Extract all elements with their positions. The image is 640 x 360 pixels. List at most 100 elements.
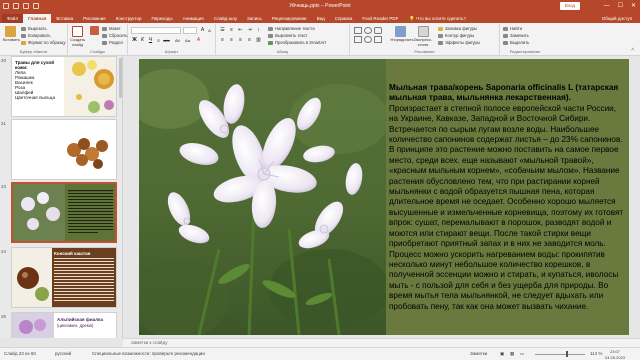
align-right-icon[interactable]: ≡ [237,37,244,44]
line-spacing-icon[interactable]: ↕ [255,27,262,34]
shape-effects-button[interactable]: Эффекты фигуры [438,40,480,46]
notes-pane[interactable]: Заметки к слайду [123,338,640,347]
current-slide[interactable]: Мыльная трава/корень Saponaria officinal… [139,59,629,335]
language-indicator[interactable]: русский [55,351,71,356]
zoom-level[interactable]: 114 % [590,351,602,356]
align-left-icon[interactable]: ≡ [219,37,226,44]
align-text-button[interactable]: Выровнять текст [268,33,308,39]
slide-thumbnail-20[interactable]: Травы для сухой кожи: Липа Ромашка Васил… [11,56,117,117]
slide-text-box[interactable]: Мыльная трава/корень Saponaria officinal… [389,83,625,312]
editing-group: Найти Заменить Выделить Редактирование [500,24,550,55]
slide-thumbnail-25[interactable]: Альпийская фиалка (цикламен, дрема) [11,312,117,338]
align-center-icon[interactable]: ≡ [228,37,235,44]
ribbon-home: Вставить Вырезать Копировать Формат по о… [0,23,640,56]
saponaria-photo[interactable] [139,59,386,335]
smartart-button[interactable]: Преобразовать в SmartArt [268,40,326,46]
section-button[interactable]: Раздел [102,40,123,46]
tab-slideshow[interactable]: Слайд-шоу [209,14,242,23]
shape-rounded-icon[interactable] [374,27,382,34]
reuse-slides-button[interactable] [87,26,101,36]
increase-font-icon[interactable]: A [199,27,206,34]
thumbnail-number: 24 [1,249,7,254]
font-name-input[interactable] [131,27,181,34]
replace-button[interactable]: Заменить [503,33,529,39]
find-button[interactable]: Найти [503,26,522,32]
decrease-indent-icon[interactable]: ⇤ [237,27,244,34]
normal-view-icon[interactable]: ▣ [500,351,504,357]
tab-file[interactable]: Файл [2,14,24,23]
close-button[interactable]: ✕ [631,2,636,10]
strikethrough-icon[interactable]: abc [163,37,170,44]
slide-thumbnail-21[interactable] [11,119,117,180]
tab-record[interactable]: Запись [242,14,267,23]
tab-design[interactable]: Конструктор [111,14,147,23]
paste-button[interactable]: Вставить [3,26,20,43]
sign-in-button[interactable]: Вход [559,2,580,10]
maximize-button[interactable]: ☐ [618,2,623,10]
tab-foxit-pdf[interactable]: Foxit Reader PDF [357,14,403,23]
italic-icon[interactable]: К [139,37,146,44]
slide-sorter-icon[interactable]: ▦ [510,351,514,357]
accessibility-status[interactable]: Специальные возможности: проверьте реком… [92,351,205,356]
layout-button[interactable]: Макет [102,26,121,32]
numbering-icon[interactable]: ≡ [228,27,235,34]
slide-thumbnail-23[interactable] [11,182,117,243]
tab-view[interactable]: Вид [312,14,330,23]
columns-icon[interactable]: ▥ [255,37,262,44]
clipboard-group-label: Буфер обмена [19,49,48,54]
slide-thumbnail-24[interactable]: Конский каштан [11,247,117,308]
zoom-slider-knob[interactable] [566,351,568,357]
thumbnail-number: 23 [1,184,7,189]
reset-button[interactable]: Сбросить [102,33,128,39]
shape-textbox-icon[interactable] [354,36,362,43]
clipboard-icon [5,26,16,37]
quick-styles-button[interactable]: Экспресс-стили [412,26,434,47]
tab-review[interactable]: Рецензирование [267,14,312,23]
minimize-button[interactable]: — [604,2,610,10]
shape-arrow-icon[interactable] [374,36,382,43]
increase-indent-icon[interactable]: ⇥ [246,27,253,34]
tab-home[interactable]: Главная [23,14,52,23]
tab-insert[interactable]: Вставка [51,14,78,23]
slide-editor: Мыльная трава/корень Saponaria officinal… [123,56,640,338]
share-button[interactable]: Общий доступ [602,14,632,23]
thumbnail-text-lines [54,258,114,302]
shape-oval-icon[interactable] [364,27,372,34]
change-case-icon[interactable]: Aa [184,37,191,44]
select-button[interactable]: Выделить [503,40,529,46]
text-direction-button[interactable]: Направление текста [268,26,315,32]
shape-circle-icon[interactable] [364,36,372,43]
new-slide-button[interactable]: Создать слайд [70,26,85,47]
collapse-ribbon-icon[interactable]: ˄ [631,47,634,53]
tab-animations[interactable]: Анимация [178,14,209,23]
format-painter-button[interactable]: Формат по образцу [21,40,66,46]
reading-view-icon[interactable]: ▭ [520,351,524,357]
cut-button[interactable]: Вырезать [21,26,47,32]
tell-me-search[interactable]: 💡 Что вы хотите сделать? [409,14,466,23]
character-spacing-icon[interactable]: AV [174,37,181,44]
text-direction-icon [268,26,273,31]
underline-icon[interactable]: Ч [147,37,154,44]
arrange-button[interactable]: Упорядочить [390,26,414,43]
shape-rectangle-icon[interactable] [354,27,362,34]
slide-thumbnails-pane[interactable]: 20 Травы для сухой кожи: Липа Ромашка Ва… [0,56,123,338]
justify-icon[interactable]: ≡ [246,37,253,44]
drawing-group-label: Рисование [414,49,435,54]
font-color-icon[interactable]: A [195,37,202,44]
bullets-icon[interactable]: ☰ [219,27,226,34]
font-size-input[interactable] [183,27,197,34]
tab-transitions[interactable]: Переходы [146,14,177,23]
tab-draw[interactable]: Рисование [78,14,111,23]
paragraph-group-label: Абзац [276,49,289,54]
bold-icon[interactable]: Ж [131,37,138,44]
thumbnails-scrollbar[interactable] [119,58,122,98]
shape-outline-button[interactable]: Контур фигуры [438,33,474,39]
notes-button[interactable]: Заметки [470,351,487,356]
shape-fill-button[interactable]: Заливка фигуры [438,26,477,32]
slides-group-label: Слайды [90,49,105,54]
decrease-font-icon[interactable]: A [206,27,213,34]
tab-help[interactable]: Справка [330,14,358,23]
zoom-slider[interactable] [535,354,585,355]
shadow-icon[interactable]: S [155,37,162,44]
copy-button[interactable]: Копировать [21,33,51,39]
